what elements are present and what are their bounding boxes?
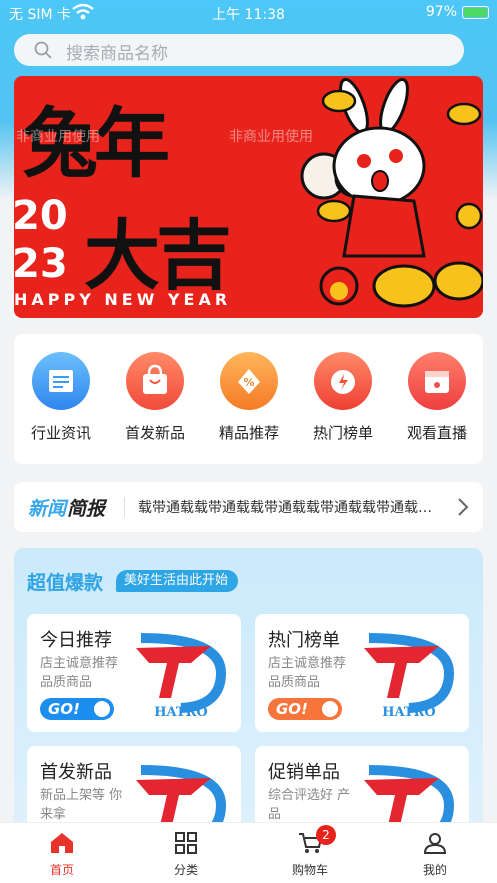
brand-text: HATRO	[154, 705, 207, 718]
category-label: 观看直播	[406, 424, 467, 442]
watermark: 非商业用使用	[16, 129, 100, 145]
category-grid: 行业资讯 首发新品 % 精品推荐 热门榜单 观看直播	[14, 334, 483, 464]
deal-card-title: 热门榜单	[268, 630, 340, 651]
deal-card-desc: 新品上架等 你来拿	[40, 788, 123, 822]
go-button[interactable]: GO!	[268, 698, 342, 720]
banner-year-bottom: 23	[14, 241, 68, 287]
category-new-products[interactable]: 首发新品	[108, 352, 202, 443]
category-hot-list[interactable]: 热门榜单	[296, 352, 390, 443]
category-recommended[interactable]: % 精品推荐	[202, 352, 296, 443]
grid-icon	[175, 832, 197, 854]
chevron-right-icon	[94, 701, 110, 717]
search-placeholder: 搜索商品名称	[66, 44, 168, 64]
promo-banner[interactable]: 兔年 20 23 大吉 HAPPY NEW YEAR 非商业用使用 非商业用使用	[14, 76, 483, 318]
battery-icon	[462, 6, 489, 19]
tab-label: 我的	[422, 863, 447, 877]
category-label: 热门榜单	[312, 424, 373, 442]
tab-label: 首页	[49, 863, 74, 877]
news-title-part2: 简报	[67, 498, 106, 520]
tab-bar: 首页 分类 2 购物车 我的	[0, 822, 497, 883]
shopping-bag-icon	[126, 352, 184, 410]
battery-percent: 97%	[425, 4, 457, 20]
go-button[interactable]: GO!	[40, 698, 114, 720]
deal-card-title: 首发新品	[40, 762, 112, 783]
news-ticker[interactable]: 新闻 简报 载带通载载带通载载带通载载带通载载带通载载带通载	[14, 482, 483, 532]
tab-category[interactable]: 分类	[124, 831, 248, 878]
go-label: GO!	[276, 700, 308, 718]
home-icon	[51, 833, 73, 853]
category-label: 精品推荐	[218, 424, 279, 442]
banner-subtitle: HAPPY NEW YEAR	[14, 290, 232, 309]
category-news[interactable]: 行业资讯	[14, 352, 108, 443]
deal-card-today[interactable]: 今日推荐 店主诚意推荐品质商品 GO! HATRO	[27, 614, 241, 732]
deal-card-hot[interactable]: 热门榜单 店主诚意推荐品质商品 GO! HATRO	[255, 614, 469, 732]
deals-tag: 美好生活由此开始	[116, 570, 239, 592]
alarm-flash-icon	[314, 352, 372, 410]
chevron-right-icon	[322, 701, 338, 717]
user-icon	[423, 833, 447, 854]
discount-tag-icon: %	[220, 352, 278, 410]
calendar-live-icon	[408, 352, 466, 410]
deal-card-title: 今日推荐	[40, 630, 112, 651]
banner-year-top: 20	[14, 193, 68, 239]
svg-text:%: %	[243, 376, 254, 389]
deal-card-desc: 店主诚意推荐品质商品	[268, 656, 347, 690]
rabbit-illustration	[300, 77, 483, 308]
search-bar[interactable]: 搜索商品名称	[14, 34, 464, 66]
tab-label: 购物车	[291, 863, 328, 877]
go-label: GO!	[48, 700, 80, 718]
deals-title: 超值爆款	[27, 572, 104, 594]
category-label: 行业资讯	[30, 424, 91, 442]
hatro-logo: HATRO	[131, 628, 231, 722]
deal-card-desc: 店主诚意推荐品质商品	[40, 656, 119, 690]
chevron-right-icon[interactable]	[457, 497, 469, 521]
deal-card-title: 促销单品	[268, 762, 340, 783]
tab-cart[interactable]: 2 购物车	[248, 825, 372, 878]
divider	[124, 497, 125, 517]
news-title-part1: 新闻	[28, 498, 67, 520]
status-bar: 无 SIM 卡 上午 11:38 97%	[0, 0, 497, 26]
tab-label: 分类	[173, 863, 198, 877]
brand-text: HATRO	[382, 705, 435, 718]
cart-badge: 2	[316, 825, 336, 845]
hatro-logo: HATRO	[359, 628, 459, 722]
deal-card-desc: 综合评选好 产品	[268, 788, 351, 822]
tab-home[interactable]: 首页	[0, 831, 124, 878]
clock: 上午 11:38	[212, 7, 285, 23]
category-label: 首发新品	[124, 424, 185, 442]
banner-headline-2: 大吉	[84, 211, 232, 300]
category-live[interactable]: 观看直播	[390, 352, 484, 443]
search-icon	[34, 41, 52, 63]
news-headline[interactable]: 载带通载载带通载载带通载载带通载载带通载载带通载	[138, 497, 438, 517]
news-doc-icon	[32, 352, 90, 410]
tab-mine[interactable]: 我的	[373, 831, 497, 878]
deals-section: 超值爆款 美好生活由此开始 今日推荐 店主诚意推荐品质商品 GO! HATRO …	[14, 548, 483, 864]
